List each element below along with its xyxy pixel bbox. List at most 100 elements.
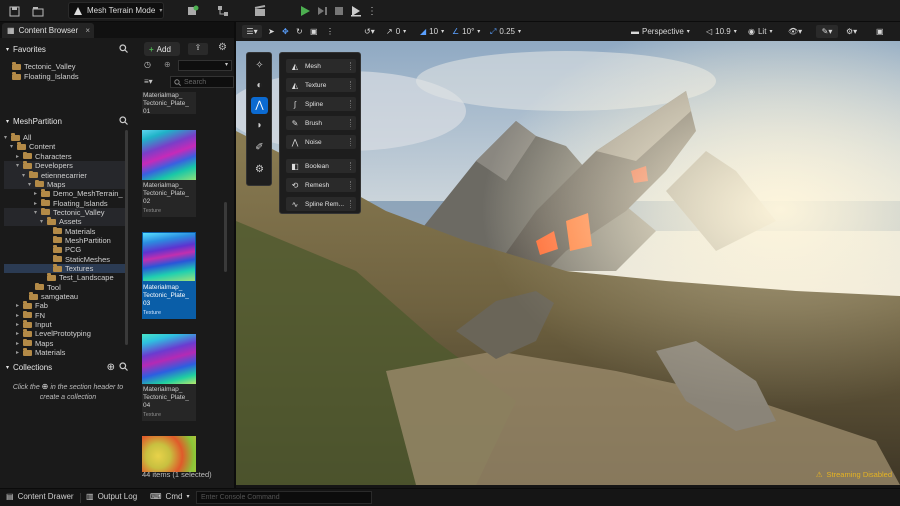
hamburger-menu-icon[interactable]: ☰▾ bbox=[242, 25, 262, 38]
content-drawer-button[interactable]: ▤ Content Drawer bbox=[6, 492, 74, 501]
layout-icon[interactable]: ▣ bbox=[876, 25, 884, 38]
content-icon[interactable] bbox=[30, 3, 46, 19]
chevron-right-icon[interactable]: ▸ bbox=[34, 200, 41, 207]
close-icon[interactable]: × bbox=[85, 26, 90, 35]
mode-selector[interactable]: Mesh Terrain Mode ▾ bbox=[68, 2, 164, 19]
tree-item[interactable]: StaticMeshes bbox=[4, 254, 128, 264]
chevron-right-icon[interactable]: ▸ bbox=[16, 340, 23, 347]
tree-item[interactable]: ▸ Input bbox=[4, 320, 128, 329]
move-tool-icon[interactable]: ✥ bbox=[282, 25, 289, 38]
rotate-tool-icon[interactable]: ↻ bbox=[296, 25, 303, 38]
settings-icon[interactable]: ⚙ bbox=[251, 161, 268, 178]
chevron-right-icon[interactable]: ▸ bbox=[34, 190, 41, 197]
snap-translate[interactable]: ↗ 0 ▾ bbox=[386, 25, 406, 38]
paint-icon[interactable]: ✐ bbox=[251, 139, 268, 156]
cmd-dropdown[interactable]: ⌨ Cmd ▾ bbox=[150, 492, 189, 501]
tree-item[interactable]: samgateau bbox=[4, 292, 128, 301]
console-input[interactable]: Enter Console Command bbox=[196, 491, 372, 504]
stop-icon[interactable] bbox=[331, 3, 347, 19]
chevron-down-icon[interactable]: ▾ bbox=[22, 172, 29, 179]
tree-item[interactable]: MeshPartition bbox=[4, 235, 128, 245]
tree-item[interactable]: ▸ Maps bbox=[4, 338, 128, 348]
blueprint-icon[interactable] bbox=[215, 3, 231, 19]
tree-header[interactable]: ▾ MeshPartition bbox=[6, 114, 128, 128]
fov-field[interactable]: ◁ 10.9 ▾ bbox=[706, 25, 737, 38]
tree-item[interactable]: ▾ Tectonic_Valley bbox=[4, 207, 128, 218]
chevron-right-icon[interactable]: ▸ bbox=[16, 330, 23, 337]
tool-mesh[interactable]: ◭ Mesh bbox=[286, 59, 356, 73]
select-tool-icon[interactable]: ➤ bbox=[268, 25, 275, 38]
shape-icon[interactable]: ◐ bbox=[251, 77, 268, 94]
view-mode-dropdown[interactable]: ◉ Lit ▾ bbox=[748, 25, 772, 38]
path-dropdown[interactable]: ▾ bbox=[178, 60, 232, 71]
filter-icon[interactable]: ≡▾ bbox=[144, 77, 153, 86]
world-space-icon[interactable]: ↺▾ bbox=[364, 25, 375, 38]
collections-header[interactable]: ▾ Collections ⊕ bbox=[6, 360, 128, 374]
search-icon[interactable] bbox=[119, 361, 128, 373]
tree-item[interactable]: ▾ Developers bbox=[4, 161, 128, 171]
tree-item[interactable]: ▾ Assets bbox=[4, 217, 128, 227]
add-collection-icon[interactable]: ⊕ bbox=[107, 362, 115, 373]
chevron-down-icon[interactable]: ▾ bbox=[28, 181, 35, 188]
smooth-icon[interactable]: ◗ bbox=[251, 117, 268, 134]
more-icon[interactable]: ⋮ bbox=[364, 3, 380, 19]
chevron-right-icon[interactable]: ▸ bbox=[16, 321, 23, 328]
chevron-down-icon[interactable]: ▾ bbox=[40, 218, 47, 225]
tree-item[interactable]: PCG bbox=[4, 245, 128, 254]
output-log-button[interactable]: ▥ Output Log bbox=[86, 492, 137, 501]
tool-spline-remesh[interactable]: ∿ Spline Rem... bbox=[286, 197, 356, 211]
tree-item[interactable]: ▸ Characters bbox=[4, 151, 128, 161]
asset-tile-selected[interactable]: Materialmap_ Tectonic_Plate_ 03 Texture bbox=[142, 232, 196, 319]
chevron-right-icon[interactable]: ▸ bbox=[16, 302, 23, 309]
tree-item[interactable]: Materials bbox=[4, 226, 128, 236]
tree-item[interactable]: Textures bbox=[4, 263, 128, 274]
chevron-right-icon[interactable]: ▸ bbox=[16, 153, 23, 160]
asset-tile[interactable]: Materialmap_ Tectonic_Plate_ 01 bbox=[142, 92, 196, 114]
tool-brush[interactable]: ✎ Brush bbox=[286, 116, 356, 130]
terrain-icon[interactable]: ⋀ bbox=[251, 97, 268, 114]
tree-item[interactable]: ▾ Maps bbox=[4, 179, 128, 190]
sculpt-icon[interactable]: ✧ bbox=[251, 57, 268, 74]
tree-item[interactable]: Tool bbox=[4, 282, 128, 292]
asset-tile[interactable]: Materialmap_ Tectonic_Plate_ 04 Texture bbox=[142, 334, 196, 421]
tree-item[interactable]: ▸ FN bbox=[4, 310, 128, 320]
tree-item[interactable]: ▸ Floating_Islands bbox=[4, 198, 128, 208]
settings-icon[interactable]: ⚙ bbox=[218, 42, 227, 53]
realtime-icon[interactable]: ✎▾ bbox=[816, 25, 838, 38]
scale-snap[interactable]: ⤢ 0.25 ▾ bbox=[490, 25, 521, 38]
grid-snap[interactable]: ◢ 10 ▾ bbox=[420, 25, 444, 38]
perspective-dropdown[interactable]: ▬ Perspective ▾ bbox=[631, 25, 690, 38]
asset-scrollbar[interactable] bbox=[224, 202, 227, 272]
tree-item[interactable]: Test_Landscape bbox=[4, 273, 128, 282]
history-icon[interactable]: ◷ bbox=[144, 60, 151, 69]
search-icon[interactable] bbox=[119, 43, 128, 55]
chevron-down-icon[interactable]: ▾ bbox=[16, 162, 23, 169]
chevron-right-icon[interactable]: ▸ bbox=[16, 312, 23, 319]
favorite-item[interactable]: Tectonic_Valley bbox=[12, 62, 136, 71]
tree-item[interactable]: ▾ All bbox=[4, 133, 128, 142]
search-icon[interactable] bbox=[119, 115, 128, 127]
tool-spline[interactable]: ∫ Spline bbox=[286, 97, 356, 111]
viewport-settings-icon[interactable]: ⚙▾ bbox=[846, 25, 857, 38]
import-icon[interactable]: ⇪ bbox=[188, 43, 208, 55]
asset-tile[interactable] bbox=[142, 436, 196, 472]
search-input[interactable]: Search bbox=[170, 76, 234, 88]
chevron-right-icon[interactable]: ▸ bbox=[16, 349, 23, 356]
rotation-snap[interactable]: ∠ 10° ▾ bbox=[452, 25, 480, 38]
tree-scrollbar[interactable] bbox=[125, 130, 128, 345]
tree-item[interactable]: ▾ etiennecarrier bbox=[4, 170, 128, 180]
tool-noise[interactable]: ⋀ Noise bbox=[286, 135, 356, 149]
more-icon[interactable]: ⋮ bbox=[326, 25, 334, 38]
cinematics-icon[interactable] bbox=[252, 3, 268, 19]
tool-texture[interactable]: ◭ Texture bbox=[286, 78, 356, 92]
scale-tool-icon[interactable]: ▣ bbox=[310, 25, 318, 38]
tree-item[interactable]: ▸ Fab bbox=[4, 301, 128, 310]
chevron-down-icon[interactable]: ▾ bbox=[34, 209, 41, 216]
tree-item[interactable]: ▸ Demo_MeshTerrain_ bbox=[4, 189, 128, 198]
show-flags-icon[interactable]: 👁▾ bbox=[788, 25, 802, 38]
add-folder-icon[interactable]: ⊕ bbox=[164, 60, 171, 69]
chevron-down-icon[interactable]: ▾ bbox=[4, 134, 11, 141]
favorite-item[interactable]: Floating_Islands bbox=[12, 72, 136, 81]
eject-icon[interactable] bbox=[348, 3, 364, 19]
chevron-down-icon[interactable]: ▾ bbox=[10, 143, 17, 150]
